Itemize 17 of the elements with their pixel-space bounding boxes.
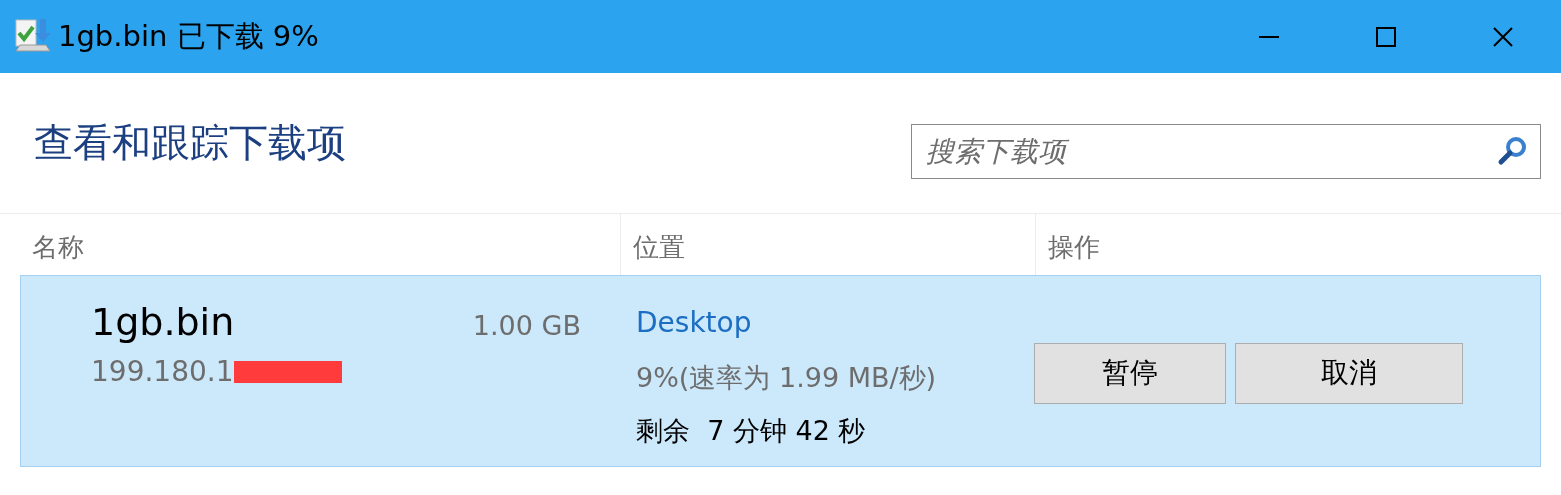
column-header[interactable]: 名称 (0, 214, 620, 275)
maximize-icon (1374, 25, 1397, 48)
pause-button[interactable]: 暂停 (1034, 342, 1226, 404)
search-icon (1497, 134, 1529, 167)
progress-text: 9%(速率为 1.99 MB/秒) (636, 361, 938, 395)
file-name: 1gb.bin (91, 299, 235, 346)
download-row[interactable]: 1gb.bin 1.00 GB 199.180.1 Desktop 9%(速率为 1.99 MB/秒) 剩余 7 分钟 42 秒 暂停 取消 (20, 275, 1541, 467)
remaining-time: 剩余 7 分钟 42 秒 (636, 413, 867, 448)
window-title: 1gb.bin 已下载 9% (58, 17, 319, 55)
close-icon (1491, 25, 1514, 48)
search-field[interactable]: 搜索下载项 (911, 123, 1541, 179)
file-size: 1.00 GB (472, 309, 581, 343)
page-title: 查看和跟踪下载项 (34, 118, 346, 167)
minimize-icon (1257, 34, 1280, 39)
source-address: 199.180.1 (91, 354, 234, 390)
cancel-button[interactable]: 取消 (1235, 342, 1463, 404)
location-link[interactable]: Desktop (636, 306, 752, 339)
